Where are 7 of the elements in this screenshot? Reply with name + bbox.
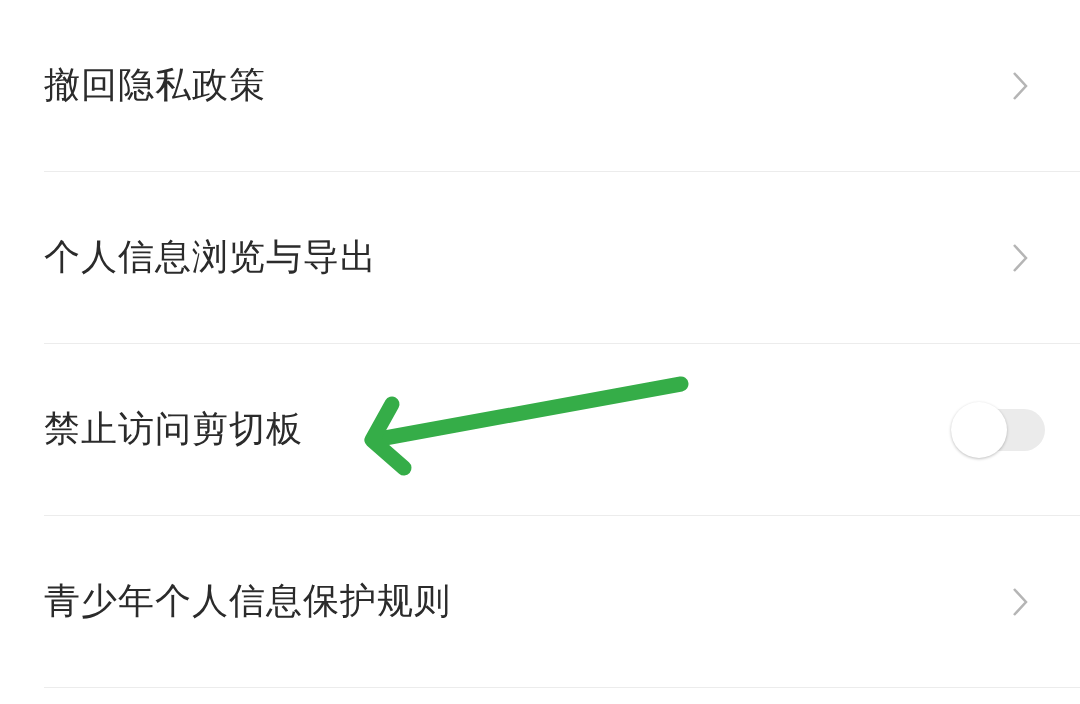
setting-label: 青少年个人信息保护规则 <box>44 579 451 623</box>
setting-label: 撤回隐私政策 <box>44 63 266 107</box>
setting-label: 禁止访问剪切板 <box>44 407 303 451</box>
setting-label: 个人信息浏览与导出 <box>44 235 377 279</box>
chevron-right-icon <box>1012 242 1028 273</box>
chevron-right-icon <box>1012 586 1028 617</box>
chevron-right-icon <box>1012 70 1028 101</box>
